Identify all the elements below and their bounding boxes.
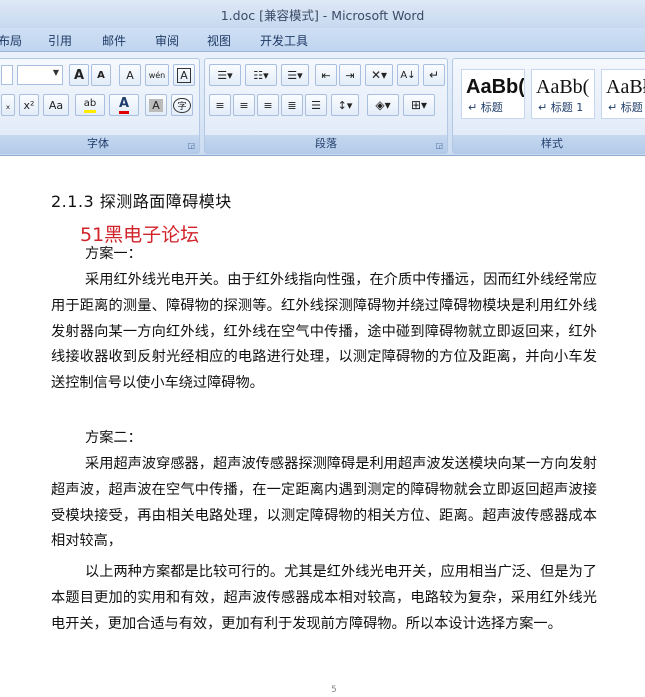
align-right-button[interactable]: ≡ xyxy=(257,94,279,116)
tab-developer[interactable]: 开发工具 xyxy=(260,32,308,49)
tab-references[interactable]: 引用 xyxy=(48,32,72,49)
align-left-icon: ≡ xyxy=(215,98,225,112)
numbering-button[interactable]: ☷▾ xyxy=(245,64,277,86)
title-bar: 1.doc [兼容模式] - Microsoft Word xyxy=(0,0,645,28)
phonetic-guide-button[interactable]: wén xyxy=(145,64,169,86)
scheme-two-label: 方案二： xyxy=(85,430,142,446)
chevron-down-icon: ▼ xyxy=(52,68,59,77)
document-page[interactable]: 2.1.3 探测路面障碍模块 51黑电子论坛 方案一： 采用红外线光电开关。由于… xyxy=(0,158,645,697)
shrink-font-button[interactable]: A xyxy=(91,64,111,86)
style-name: ↵ 标题 xyxy=(608,101,643,114)
style-name: ↵ 标题 1 xyxy=(538,101,584,114)
dialog-launcher-icon[interactable]: ◲ xyxy=(435,141,443,150)
char-shading-button[interactable]: A xyxy=(145,94,167,116)
conclusion-paragraph: 以上两种方案都是比较可行的。尤其是红外线光电开关，应用相当广泛、但是为了本题目更… xyxy=(51,564,597,632)
align-left-button[interactable]: ≡ xyxy=(209,94,231,116)
enclose-char-button[interactable]: 字 xyxy=(171,94,193,116)
scheme-one-label: 方案一： xyxy=(85,246,142,262)
dialog-launcher-icon[interactable]: ◲ xyxy=(187,141,195,150)
multilevel-list-icon: ☰▾ xyxy=(287,68,303,82)
borders-button[interactable]: ⊞▾ xyxy=(403,94,435,116)
distributed-button[interactable]: ☰ xyxy=(305,94,327,116)
style-heading-1[interactable]: AaBb( ↵ 标题 1 xyxy=(531,69,595,119)
style-preview: AaBł xyxy=(606,76,645,98)
page-number: 5 xyxy=(331,685,337,695)
justify-button[interactable]: ≣ xyxy=(281,94,303,116)
outdent-icon: ⇤ xyxy=(321,68,331,82)
asian-layout-icon: ✕▾ xyxy=(370,68,388,82)
font-group-label: 字体 xyxy=(0,135,199,153)
window-title: 1.doc [兼容模式] - Microsoft Word xyxy=(220,7,425,23)
align-right-icon: ≡ xyxy=(263,98,273,112)
paragraph-group: ☰▾ ☷▾ ☰▾ ⇤ ⇥ ✕▾ A↓ ↵ ≡ ≡ ≡ ≣ ☰ ↕▾ ◈▾ ⊞▾ … xyxy=(204,58,448,154)
char-border-button[interactable]: A xyxy=(173,64,195,86)
scheme-two-paragraph: 采用超声波穿感器，超声波传感器探测障碍是利用超声波发送模块向某一方向发射超声波，… xyxy=(51,456,597,550)
show-marks-button[interactable]: ↵ xyxy=(423,64,445,86)
subscript-button[interactable]: ₓ xyxy=(1,94,15,116)
shading-button[interactable]: ◈▾ xyxy=(367,94,399,116)
increase-indent-button[interactable]: ⇥ xyxy=(339,64,361,86)
styles-group: AaBb( ↵ 标题 AaBb( ↵ 标题 1 AaBł ↵ 标题 样式 xyxy=(452,58,645,154)
border-icon: ⊞▾ xyxy=(410,98,428,112)
font-size-box[interactable]: ▼ xyxy=(17,65,63,85)
numbered-list-icon: ☷▾ xyxy=(253,68,269,82)
chinese-layout-button[interactable]: ✕▾ xyxy=(365,64,393,86)
paint-bucket-icon: ◈▾ xyxy=(375,98,391,112)
clear-format-button[interactable]: A xyxy=(119,64,141,86)
line-spacing-button[interactable]: ↕▾ xyxy=(331,94,359,116)
scheme-one-paragraph: 采用红外线光电开关。由于红外线指向性强，在介质中传播远，因而红外线经常应用于距离… xyxy=(51,272,597,392)
enclose-icon: 字 xyxy=(173,97,191,113)
style-heading[interactable]: AaBb( ↵ 标题 xyxy=(461,69,525,119)
style-preview: AaBb( xyxy=(466,76,524,98)
indent-icon: ⇥ xyxy=(345,68,355,82)
section-heading: 2.1.3 探测路面障碍模块 xyxy=(51,192,232,211)
styles-group-label: 样式 xyxy=(453,135,645,153)
align-center-button[interactable]: ≡ xyxy=(233,94,255,116)
decrease-indent-button[interactable]: ⇤ xyxy=(315,64,337,86)
ribbon: ▼ A A A wén A ₓ x² Aa ab A A 字 字体 ◲ ☰▾ ☷… xyxy=(0,52,645,156)
align-center-icon: ≡ xyxy=(239,98,249,112)
bullet-list-icon: ☰▾ xyxy=(217,68,233,82)
tab-review[interactable]: 审阅 xyxy=(155,32,179,49)
grow-font-button[interactable]: A xyxy=(69,64,89,86)
tab-mailings[interactable]: 邮件 xyxy=(102,32,126,49)
superscript-button[interactable]: x² xyxy=(19,94,39,116)
line-spacing-icon: ↕▾ xyxy=(337,98,353,112)
font-name-box[interactable] xyxy=(1,65,13,85)
change-case-button[interactable]: Aa xyxy=(43,94,69,116)
ribbon-tabs: 布局 引用 邮件 审阅 视图 开发工具 xyxy=(0,28,645,52)
sort-icon: A↓ xyxy=(400,69,416,81)
tab-view[interactable]: 视图 xyxy=(207,32,231,49)
style-preview: AaBb( xyxy=(536,76,590,98)
font-color-button[interactable]: A xyxy=(109,94,139,116)
tab-layout[interactable]: 布局 xyxy=(0,32,22,49)
font-color-icon: A xyxy=(118,96,130,114)
distribute-icon: ☰ xyxy=(311,98,321,112)
paragraph-group-label: 段落 xyxy=(205,135,447,153)
bullets-button[interactable]: ☰▾ xyxy=(209,64,241,86)
highlighter-icon: ab xyxy=(83,98,97,113)
sort-button[interactable]: A↓ xyxy=(397,64,419,86)
style-name: ↵ 标题 xyxy=(468,101,503,114)
font-group: ▼ A A A wén A ₓ x² Aa ab A A 字 字体 ◲ xyxy=(0,58,200,154)
justify-icon: ≣ xyxy=(287,98,297,112)
highlight-button[interactable]: ab xyxy=(75,94,105,116)
style-heading-2[interactable]: AaBł ↵ 标题 xyxy=(601,69,645,119)
pilcrow-icon: ↵ xyxy=(428,68,440,82)
multilevel-list-button[interactable]: ☰▾ xyxy=(281,64,309,86)
